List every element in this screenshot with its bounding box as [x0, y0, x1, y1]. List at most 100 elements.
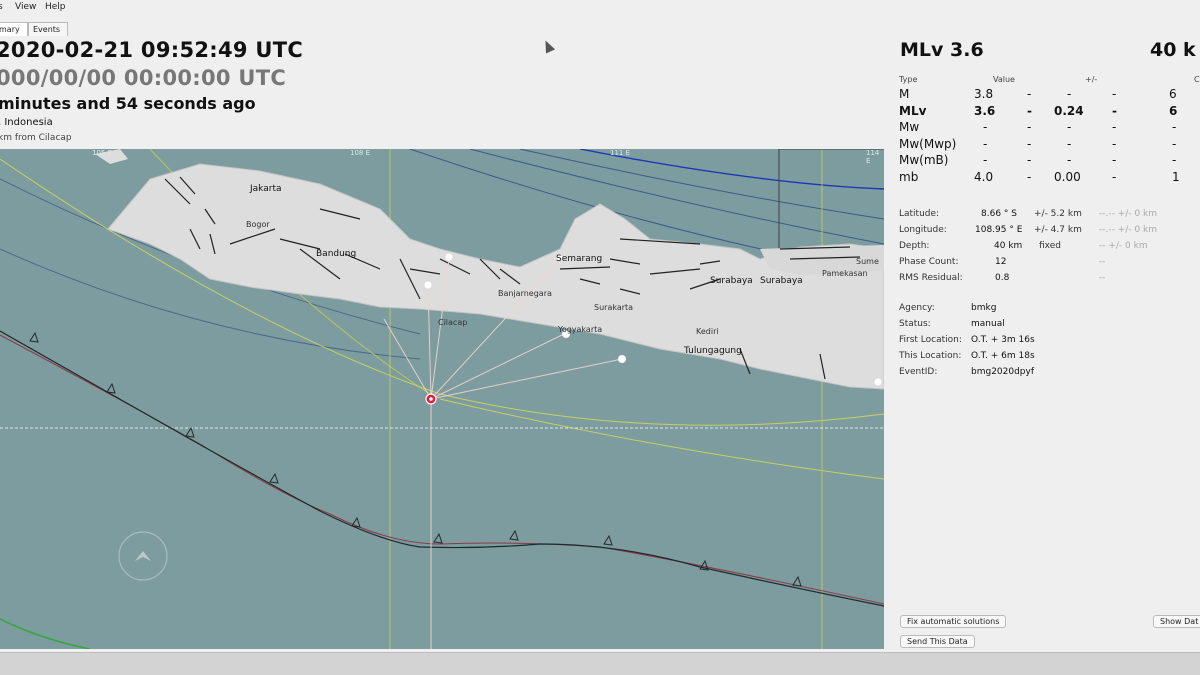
info-label: Depth: — [899, 241, 930, 251]
mag-uncertainty: 0.00 — [1054, 169, 1081, 184]
city-label-sumenep: Sume — [856, 257, 879, 266]
magnitude-row[interactable]: Mw(mB) - - - - - — [899, 153, 1200, 170]
info-extra: -- — [1099, 273, 1106, 283]
header-pm: +/- — [1085, 75, 1098, 84]
mag-type: Mw(Mwp) — [899, 136, 957, 151]
magnitude-row[interactable]: M 3.8 - - - 6 — [899, 87, 1200, 104]
mag-value: 3.6 — [974, 103, 996, 118]
city-label-surabaya-2: Surabaya — [760, 276, 803, 286]
mag-uncertainty: - — [1067, 87, 1072, 101]
mag-value: - — [983, 120, 988, 135]
info-value: 8.66 ° S — [981, 209, 1017, 219]
menu-help[interactable]: Help — [45, 2, 66, 12]
info-label: Latitude: — [899, 209, 940, 219]
show-data-button[interactable]: Show Dat — [1153, 615, 1200, 628]
info-label: Agency: — [899, 303, 935, 313]
mag-dash: - — [1027, 103, 1032, 118]
magnitude-row[interactable]: Mw(Mwp) - - - - - — [899, 137, 1200, 154]
city-label-pamekasan: Pamekasan — [822, 269, 868, 278]
mag-count: - — [1172, 136, 1177, 151]
info-value: 0.8 — [995, 273, 1010, 283]
info-uncertainty: +/- 4.7 km — [1034, 225, 1082, 235]
event-summary-panel: MLv 3.6 40 k Type Value +/- C M 3.8 - - … — [886, 36, 1200, 648]
info-value: 40 km — [994, 241, 1023, 251]
menu-view[interactable]: View — [15, 2, 36, 12]
mag-value: 4.0 — [974, 169, 994, 184]
info-label: This Location: — [899, 351, 962, 361]
info-label: First Location: — [899, 335, 962, 345]
map-canvas[interactable] — [0, 149, 884, 649]
mag-type: Mw(mB) — [899, 153, 949, 168]
mag-dash: - — [1112, 103, 1117, 118]
mag-dash: - — [1027, 136, 1032, 151]
magnitude-table: Type Value +/- C M 3.8 - - - 6 MLv 3.6 -… — [899, 75, 1200, 187]
info-value: 108.95 ° E — [975, 225, 1023, 235]
depth-title: 40 k — [1150, 39, 1196, 61]
info-value: bmg2020dpyf — [971, 367, 1035, 377]
mag-count: - — [1172, 120, 1177, 135]
info-label: Status: — [899, 319, 931, 329]
fix-automatic-solutions-button[interactable]: Fix automatic solutions — [900, 615, 1007, 628]
city-label-tulungagung: Tulungagung — [684, 346, 742, 356]
info-value: bmkg — [971, 303, 997, 313]
header-type: Type — [899, 75, 918, 84]
mag-count: 6 — [1169, 87, 1177, 101]
info-label: RMS Residual: — [899, 273, 963, 283]
mag-uncertainty: - — [1067, 120, 1072, 135]
mag-value: - — [983, 136, 988, 151]
send-this-data-button[interactable]: Send This Data — [900, 635, 975, 648]
info-extra: --.-- +/- 0 km — [1099, 209, 1157, 219]
info-value: manual — [971, 319, 1005, 329]
city-label-bandung: Bandung — [316, 249, 357, 259]
magnitude-row[interactable]: mb 4.0 - 0.00 - 1 — [899, 170, 1200, 187]
mag-type: MLv — [899, 103, 927, 118]
region-label: , Indonesia — [0, 117, 53, 128]
mag-dash: - — [1112, 169, 1117, 184]
header-value: Value — [993, 75, 1015, 84]
mag-dash: - — [1112, 136, 1117, 151]
info-value: 12 — [995, 257, 1007, 267]
city-label-yogyakarta: Yogyakarta — [558, 325, 603, 334]
mag-dash: - — [1027, 169, 1032, 184]
tick-label: 108 E — [350, 149, 371, 157]
info-label: EventID: — [899, 367, 938, 377]
mag-dash: - — [1027, 87, 1032, 101]
info-uncertainty: +/- 5.2 km — [1034, 209, 1082, 219]
mag-count: - — [1172, 153, 1177, 168]
magnitude-row[interactable]: Mw - - - - - — [899, 120, 1200, 137]
city-label-surakarta: Surakarta — [594, 303, 634, 312]
mag-value: 3.8 — [974, 87, 994, 101]
magnitude-table-header: Type Value +/- C — [899, 75, 1200, 87]
status-bar — [0, 652, 1200, 675]
city-label-semarang: Semarang — [556, 254, 603, 264]
zero-time: 000/00/00 00:00:00 UTC — [0, 66, 287, 90]
menu-bar: s View Help — [0, 0, 1200, 14]
elapsed-time: minutes and 54 seconds ago — [0, 94, 256, 113]
city-label-banjarnegara: Banjarnegara — [498, 289, 552, 298]
city-label-surabaya-1: Surabaya — [710, 276, 753, 286]
info-value: O.T. + 6m 18s — [971, 351, 1035, 361]
mag-dash: - — [1112, 120, 1117, 135]
mag-value: - — [983, 153, 988, 168]
magnitude-title: MLv 3.6 — [900, 39, 984, 61]
info-extra: -- — [1099, 257, 1106, 267]
mag-uncertainty: 0.24 — [1054, 103, 1084, 118]
tick-label: 105 E — [92, 149, 113, 157]
mag-count: 6 — [1169, 103, 1178, 118]
magnitude-row-preferred[interactable]: MLv 3.6 - 0.24 - 6 — [899, 104, 1200, 121]
mag-type: Mw — [899, 120, 920, 135]
tab-events[interactable]: Events — [28, 22, 68, 36]
info-uncertainty: fixed — [1039, 241, 1061, 251]
mag-uncertainty: - — [1067, 153, 1072, 168]
mag-dash: - — [1027, 120, 1032, 135]
tick-label: 111 E — [610, 149, 631, 157]
event-map[interactable]: 105 E 108 E 111 E 114 E Jakarta Bogor Ba… — [0, 149, 884, 649]
tab-summary[interactable]: mary — [0, 22, 28, 36]
distance-label: km from Cilacap — [0, 133, 72, 143]
mag-type: mb — [899, 169, 919, 184]
info-extra: --.-- +/- 0 km — [1099, 225, 1157, 235]
menu-file[interactable]: s — [0, 2, 3, 12]
mag-uncertainty: - — [1067, 136, 1072, 151]
info-extra: -- +/- 0 km — [1099, 241, 1148, 251]
city-label-kediri: Kediri — [696, 327, 719, 336]
